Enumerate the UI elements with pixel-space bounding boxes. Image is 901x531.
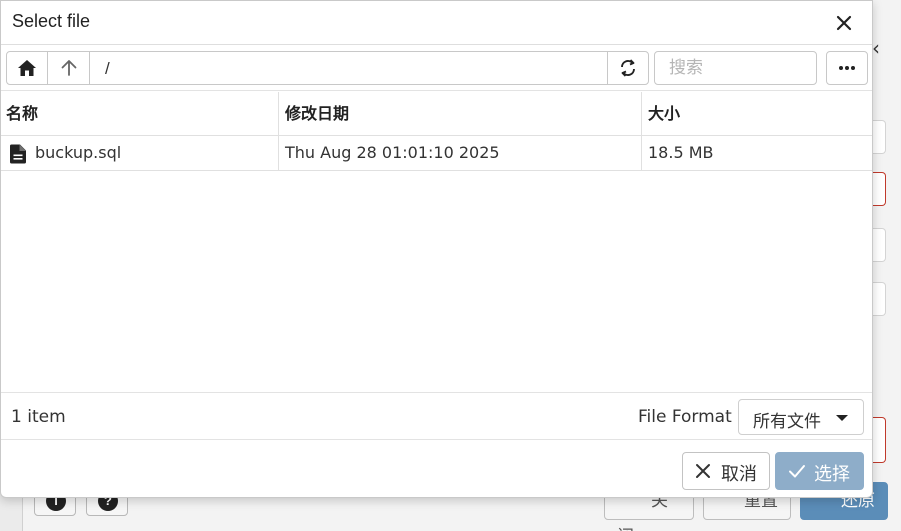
file-icon [10, 144, 26, 164]
up-button[interactable] [47, 51, 90, 85]
status-bar: 1 item File Format 所有文件 [1, 392, 872, 440]
background-field-error[interactable] [872, 172, 886, 206]
file-size: 18.5 MB [648, 143, 714, 162]
select-label: 选择 [814, 464, 850, 485]
file-format-select[interactable]: 所有文件 [738, 399, 864, 435]
cancel-label: 取消 [721, 464, 757, 485]
column-header-modified[interactable]: 修改日期 [285, 92, 349, 136]
file-toolbar: / [1, 46, 872, 91]
more-options-button[interactable] [826, 51, 868, 85]
background-field[interactable] [872, 282, 886, 316]
refresh-button[interactable] [607, 51, 649, 85]
home-icon [18, 60, 36, 76]
close-icon[interactable] [831, 10, 857, 36]
select-file-dialog: Select file / 名称 [0, 0, 873, 498]
search-field[interactable] [654, 51, 817, 85]
chevron-left-icon[interactable]: ‹ [872, 36, 880, 60]
item-count: 1 item [11, 407, 66, 427]
background-field[interactable] [872, 120, 886, 154]
file-format-value: 所有文件 [753, 412, 821, 432]
check-icon [789, 465, 805, 478]
background-field[interactable] [872, 228, 886, 262]
home-button[interactable] [6, 51, 48, 85]
dialog-title: Select file [12, 11, 91, 31]
refresh-icon [621, 59, 635, 77]
cancel-button[interactable]: 取消 [682, 452, 770, 490]
table-header: 名称 修改日期 大小 [1, 92, 872, 136]
file-format-label: File Format [638, 407, 732, 427]
path-text: / [105, 59, 110, 78]
arrow-up-icon [61, 60, 76, 76]
close-icon [696, 464, 710, 478]
dialog-header: Select file [1, 1, 872, 45]
search-input[interactable] [655, 52, 816, 84]
background-field-error[interactable] [872, 417, 886, 463]
column-header-name[interactable]: 名称 [6, 92, 38, 136]
path-input[interactable]: / [89, 51, 608, 85]
file-name: buckup.sql [35, 143, 122, 162]
file-modified: Thu Aug 28 01:01:10 2025 [285, 143, 500, 162]
caret-down-icon [836, 415, 848, 421]
more-horizontal-icon [839, 66, 855, 70]
column-header-size[interactable]: 大小 [648, 92, 680, 136]
table-row[interactable]: buckup.sql Thu Aug 28 01:01:10 2025 18.5… [1, 136, 872, 171]
select-button[interactable]: 选择 [775, 452, 864, 490]
